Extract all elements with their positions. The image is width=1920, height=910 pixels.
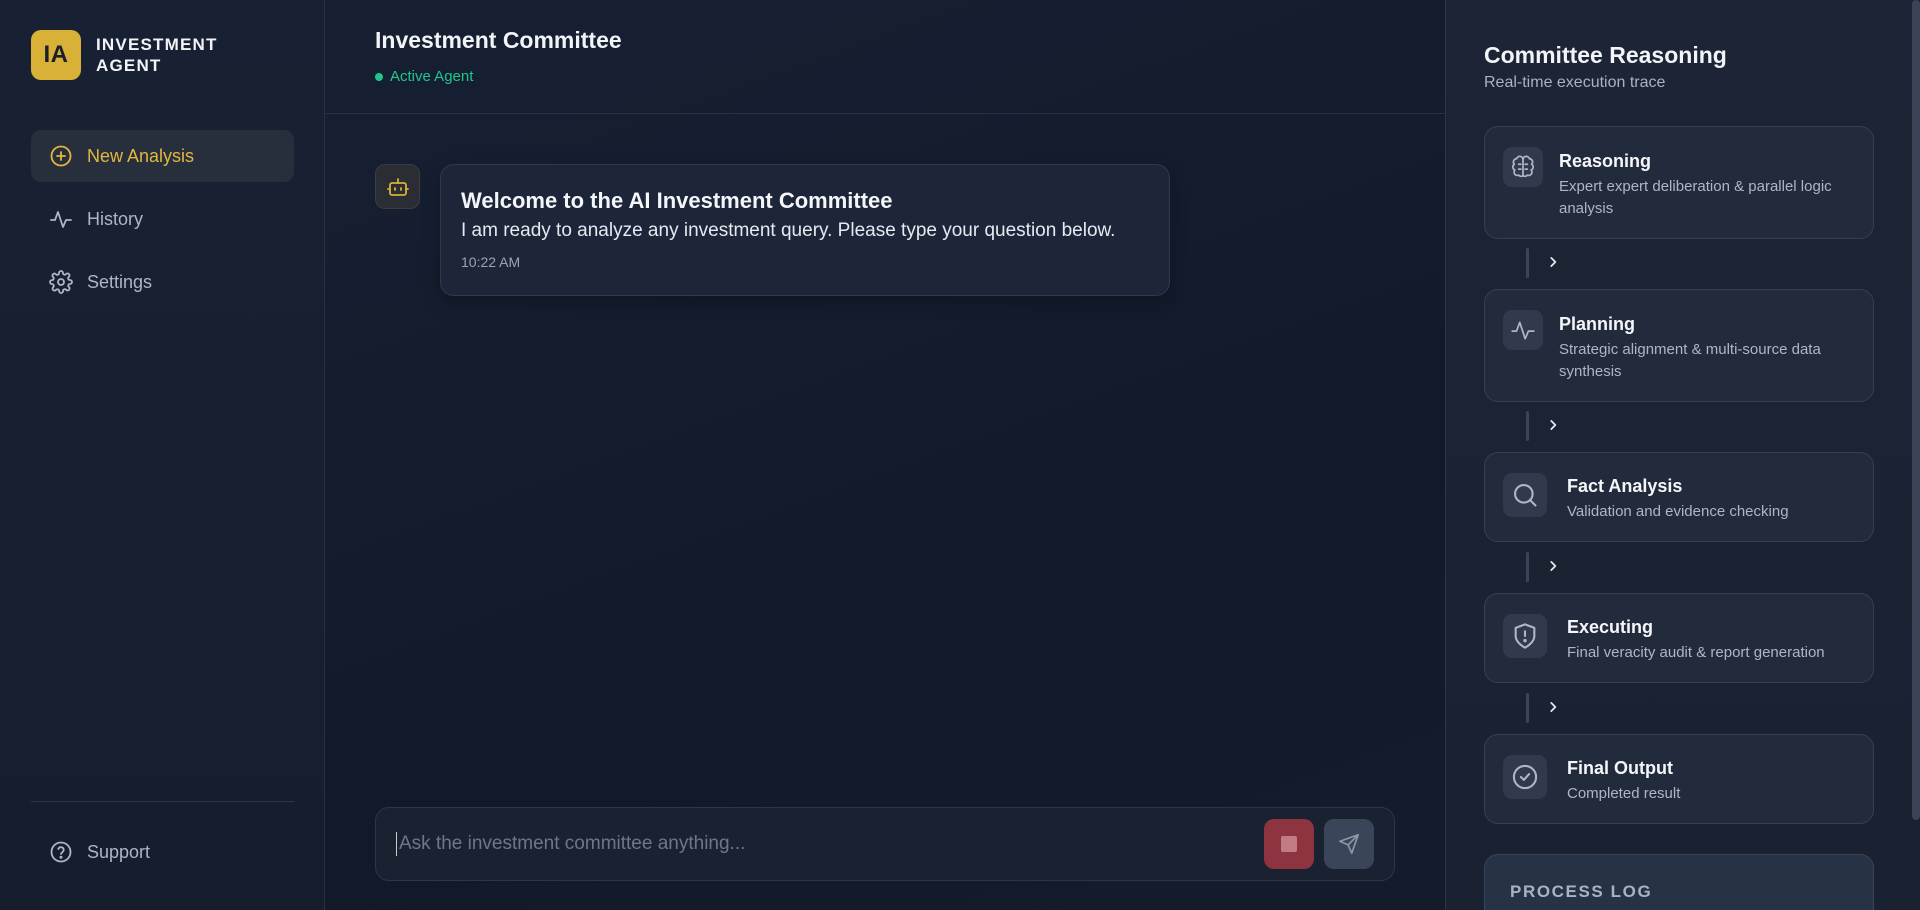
message-timestamp: 10:22 AM [461,254,521,270]
support-label: Support [87,841,151,862]
page-title: Investment Committee [375,27,622,53]
sidebar-item-label: Settings [87,271,153,292]
brand-logo: IA [31,30,81,80]
bot-icon [386,177,409,196]
chevron-right-icon[interactable] [1546,559,1560,573]
chevron-right-icon[interactable] [1546,700,1560,714]
stop-icon [1281,836,1297,852]
gear-icon [49,270,73,294]
message-bubble: Welcome to the AI Investment Committee I… [440,164,1170,296]
step-description: Validation and evidence checking [1567,503,1789,520]
brain-icon [1503,147,1543,187]
sidebar: IA INVESTMENT AGENT New Analysis History… [0,0,325,910]
help-circle-icon [50,841,72,863]
process-log[interactable]: PROCESS LOG [1484,854,1874,910]
check-circle-icon [1503,755,1547,799]
status-indicator: Active Agent [375,68,1445,85]
brand[interactable]: IA INVESTMENT AGENT [31,30,236,80]
step-description: Completed result [1567,785,1681,802]
message-title: Welcome to the AI Investment Committee [461,188,893,213]
sidebar-nav: New Analysis History Settings [31,130,294,319]
step-connector [1526,411,1529,441]
sidebar-item-label: New Analysis [87,145,195,166]
process-log-title: PROCESS LOG [1510,882,1653,901]
chat-main: Investment Committee Active Agent Welcom… [325,0,1445,910]
chevron-right-icon[interactable] [1546,255,1560,269]
support-section: Support [31,826,294,889]
reasoning-panel: Committee Reasoning Real-time execution … [1445,0,1920,910]
panel-title: Committee Reasoning [1484,42,1727,68]
support-link[interactable]: Support [31,826,294,878]
step-title: Planning [1559,314,1635,334]
step-reasoning[interactable]: Reasoning Expert expert deliberation & p… [1484,126,1874,239]
search-icon [1503,473,1547,517]
stop-button[interactable] [1264,819,1314,869]
status-text: Active Agent [390,68,474,85]
message-row: Welcome to the AI Investment Committee I… [375,164,1170,296]
step-connector [1526,552,1529,582]
step-planning[interactable]: Planning Strategic alignment & multi-sou… [1484,289,1874,402]
send-button[interactable] [1324,819,1374,869]
step-connector [1526,693,1529,723]
send-icon [1339,834,1359,854]
step-title: Final Output [1567,758,1673,778]
chat-header: Investment Committee Active Agent [325,0,1445,114]
activity-icon [1503,310,1543,350]
brand-name: INVESTMENT AGENT [96,35,218,75]
status-dot [375,72,383,81]
step-description: Final veracity audit & report generation [1567,644,1825,661]
panel-subtitle: Real-time execution trace [1484,74,1666,91]
sidebar-item-new-analysis[interactable]: New Analysis [31,130,294,182]
step-fact-analysis[interactable]: Fact Analysis Validation and evidence ch… [1484,452,1874,542]
shield-alert-icon [1503,614,1547,658]
step-title: Reasoning [1559,151,1652,171]
sidebar-item-settings[interactable]: Settings [31,256,294,308]
activity-icon [50,211,72,228]
composer [375,807,1395,881]
step-final-output[interactable]: Final Output Completed result [1484,734,1874,824]
step-title: Fact Analysis [1567,476,1683,496]
panel-scrollbar[interactable] [1912,0,1920,820]
step-title: Executing [1567,617,1654,637]
sidebar-item-history[interactable]: History [31,193,294,245]
step-description: Strategic alignment & multi-source data … [1559,341,1821,380]
plus-circle-icon [50,145,72,167]
step-executing[interactable]: Executing Final veracity audit & report … [1484,593,1874,683]
message-text: I am ready to analyze any investment que… [461,220,1116,241]
chevron-right-icon[interactable] [1546,418,1560,432]
step-connector [1526,248,1529,278]
sidebar-divider [31,801,294,802]
sidebar-item-label: History [87,208,144,229]
step-description: Expert expert deliberation & parallel lo… [1559,178,1832,217]
bot-avatar [375,164,420,209]
chat-input[interactable] [396,832,1254,856]
